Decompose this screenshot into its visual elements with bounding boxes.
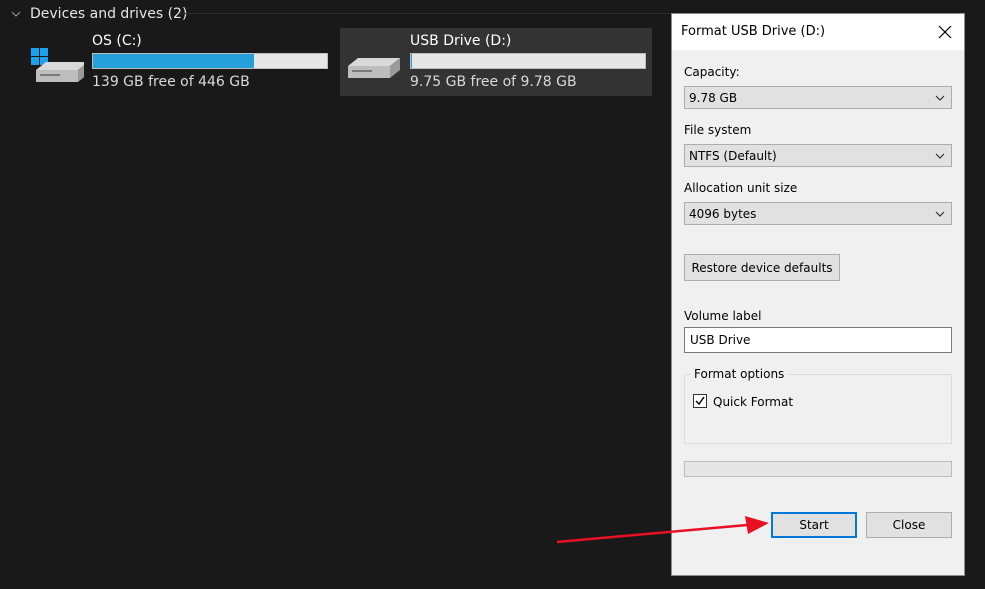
annotation-arrow-icon [556,516,769,544]
format-progress-bar [684,461,952,477]
drive-tile-d[interactable]: USB Drive (D:) 9.75 GB free of 9.78 GB [340,28,652,96]
chevron-down-icon [935,211,945,217]
filesystem-select[interactable]: NTFS (Default) [684,144,952,167]
quick-format-label[interactable]: Quick Format [713,395,793,409]
drive-tile-c[interactable]: OS (C:) 139 GB free of 446 GB [22,28,334,96]
drive-free-space: 139 GB free of 446 GB [92,74,250,90]
devices-section-header[interactable]: Devices and drives (2) [10,4,187,24]
format-options-group: Format options Quick Format [684,367,952,444]
start-button[interactable]: Start [771,512,857,538]
dialog-title: Format USB Drive (D:) [681,24,826,39]
format-dialog: Format USB Drive (D:) Capacity: 9.78 GB … [672,14,964,575]
volume-label-label: Volume label [684,309,762,323]
drive-name: USB Drive (D:) [410,33,512,49]
drive-usage-fill [411,54,412,68]
volume-label-value: USB Drive [690,333,751,347]
quick-format-checkbox[interactable] [693,394,707,408]
drive-free-space: 9.75 GB free of 9.78 GB [410,74,577,90]
restore-defaults-button[interactable]: Restore device defaults [684,254,840,281]
volume-label-input[interactable]: USB Drive [684,327,952,353]
capacity-label: Capacity: [684,65,740,79]
section-title: Devices and drives (2) [30,6,188,22]
capacity-value: 9.78 GB [689,91,738,105]
drive-usage-bar [410,53,646,69]
dialog-titlebar[interactable]: Format USB Drive (D:) [672,14,964,50]
windows-drive-icon [31,48,84,82]
chevron-down-icon [935,153,945,159]
filesystem-label: File system [684,123,752,137]
close-icon[interactable] [936,23,954,41]
drive-name: OS (C:) [92,33,142,49]
drive-usage-bar [92,53,328,69]
allocation-value: 4096 bytes [689,207,757,221]
drive-usage-fill [93,54,255,68]
section-divider [180,13,670,14]
capacity-select[interactable]: 9.78 GB [684,86,952,109]
filesystem-value: NTFS (Default) [689,149,777,163]
chevron-down-icon [935,95,945,101]
allocation-label: Allocation unit size [684,181,798,195]
format-options-legend: Format options [691,367,788,381]
usb-drive-icon [348,58,400,78]
checkmark-icon [695,396,705,406]
close-button[interactable]: Close [866,512,952,538]
chevron-down-icon [11,11,21,17]
allocation-select[interactable]: 4096 bytes [684,202,952,225]
